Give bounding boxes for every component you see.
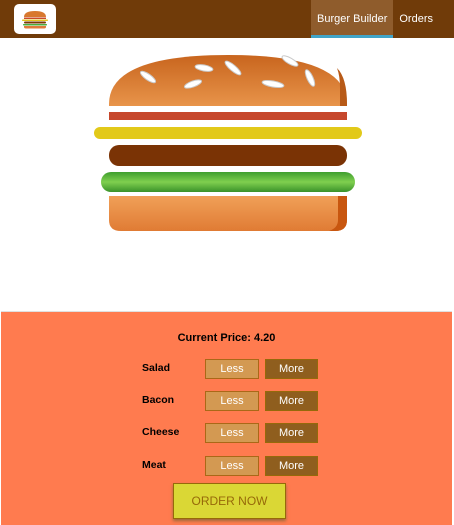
bacon-less-button[interactable]: Less: [205, 391, 259, 411]
bacon: [109, 112, 347, 120]
cheese-less-button[interactable]: Less: [205, 423, 259, 443]
meat-more-button[interactable]: More: [265, 456, 318, 476]
ingredient-label: Cheese: [142, 426, 180, 438]
order-now-button[interactable]: ORDER NOW: [173, 483, 286, 519]
burger-preview: [1, 38, 452, 311]
ingredient-label: Meat: [142, 459, 166, 471]
toolbar: Burger Builder Orders: [0, 0, 454, 38]
logo[interactable]: [14, 4, 56, 34]
salad: [101, 172, 355, 192]
cheese-more-button[interactable]: More: [265, 423, 318, 443]
cheese: [94, 127, 362, 139]
nav-burger-builder[interactable]: Burger Builder: [311, 0, 394, 38]
ingredient-row-cheese: Cheese Less More: [1, 423, 452, 443]
ingredient-row-meat: Meat Less More: [1, 456, 452, 476]
ingredient-label: Salad: [142, 362, 171, 374]
meat: [109, 145, 347, 166]
salad-more-button[interactable]: More: [265, 359, 318, 379]
burger-logo-icon: [22, 11, 48, 29]
bread-bottom: [109, 196, 347, 231]
ingredient-row-bacon: Bacon Less More: [1, 391, 452, 411]
salad-less-button[interactable]: Less: [205, 359, 259, 379]
bread-top: [109, 55, 347, 106]
meat-less-button[interactable]: Less: [205, 456, 259, 476]
bacon-more-button[interactable]: More: [265, 391, 318, 411]
build-controls: Current Price: 4.20 Salad Less More Baco…: [1, 311, 452, 525]
main-nav: Burger Builder Orders: [311, 0, 454, 38]
nav-orders[interactable]: Orders: [393, 0, 454, 38]
ingredient-row-salad: Salad Less More: [1, 359, 452, 379]
current-price: Current Price: 4.20: [177, 332, 276, 344]
ingredient-label: Bacon: [142, 394, 175, 406]
